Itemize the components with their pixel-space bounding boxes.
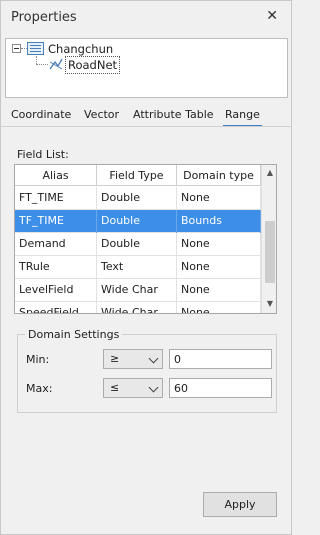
tree-connector (36, 64, 48, 65)
tab-bar: Coordinate Vector Attribute Table Range (0, 104, 292, 127)
column-header-alias[interactable]: Alias (15, 165, 97, 186)
tab-attribute-table[interactable]: Attribute Table (133, 108, 214, 121)
max-label: Max: (26, 382, 53, 395)
min-operator-select[interactable]: ≥ (103, 349, 163, 369)
chevron-down-icon (148, 382, 159, 393)
collapse-toggle-icon[interactable] (12, 44, 21, 53)
field-list-label: Field List: (17, 148, 69, 161)
cell-field-type: Wide Char (97, 302, 177, 313)
scroll-down-icon[interactable]: ▼ (262, 297, 276, 311)
cell-field-type: Double (97, 210, 177, 233)
scroll-up-icon[interactable]: ▲ (262, 166, 276, 180)
table-row[interactable]: FT_TIME Double None (15, 187, 261, 210)
tab-coordinate[interactable]: Coordinate (11, 108, 71, 121)
panel-title: Properties (11, 10, 77, 25)
table-row[interactable]: TF_TIME Double Bounds (15, 210, 261, 233)
min-label: Min: (26, 353, 50, 366)
vertical-scrollbar[interactable]: ▲ ▼ (261, 165, 276, 313)
domain-settings-group (17, 334, 277, 413)
max-operator-value: ≤ (110, 381, 120, 394)
table-row[interactable]: LevelField Wide Char None (15, 279, 261, 302)
cell-field-type: Wide Char (97, 279, 177, 302)
cell-alias: FT_TIME (15, 187, 97, 210)
cell-field-type: Double (97, 187, 177, 210)
domain-settings-title: Domain Settings (25, 328, 123, 341)
cell-alias: TRule (15, 256, 97, 279)
cell-field-type: Double (97, 233, 177, 256)
chevron-down-icon (148, 353, 159, 364)
dataset-tree: Changchun RoadNet (5, 38, 288, 98)
column-header-domain-type[interactable]: Domain type (177, 165, 261, 186)
table-header: Alias Field Type Domain type (15, 165, 261, 186)
cell-domain-type: Bounds (177, 210, 261, 233)
cell-domain-type: None (177, 233, 261, 256)
tab-vector[interactable]: Vector (84, 108, 119, 121)
max-operator-select[interactable]: ≤ (103, 378, 163, 398)
close-icon[interactable]: ✕ (266, 8, 278, 24)
tab-divider (0, 126, 292, 127)
tree-connector (36, 56, 37, 64)
cell-alias: TF_TIME (15, 210, 97, 233)
table-row[interactable]: TRule Text None (15, 256, 261, 279)
cell-alias: Demand (15, 233, 97, 256)
cell-domain-type: None (177, 279, 261, 302)
cell-alias: LevelField (15, 279, 97, 302)
table-row[interactable]: SpeedField Wide Char None (15, 302, 261, 313)
cell-field-type: Text (97, 256, 177, 279)
min-value-input[interactable] (169, 349, 272, 369)
line-dataset-icon (49, 58, 63, 70)
max-value-input[interactable] (169, 378, 272, 398)
column-header-field-type[interactable]: Field Type (97, 165, 177, 186)
cell-domain-type: None (177, 187, 261, 210)
scrollbar-thumb[interactable] (265, 221, 275, 283)
cell-domain-type: None (177, 302, 261, 313)
cell-domain-type: None (177, 256, 261, 279)
cell-alias: SpeedField (15, 302, 97, 313)
field-list-table: Alias Field Type Domain type FT_TIME Dou… (14, 164, 277, 314)
min-operator-value: ≥ (110, 352, 120, 365)
tree-node-changchun[interactable]: Changchun (48, 42, 113, 56)
table-row[interactable]: Demand Double None (15, 233, 261, 256)
tree-node-roadnet[interactable]: RoadNet (65, 56, 121, 74)
tab-range[interactable]: Range (223, 108, 262, 127)
datasource-icon (27, 42, 44, 55)
apply-button[interactable]: Apply (203, 492, 277, 517)
